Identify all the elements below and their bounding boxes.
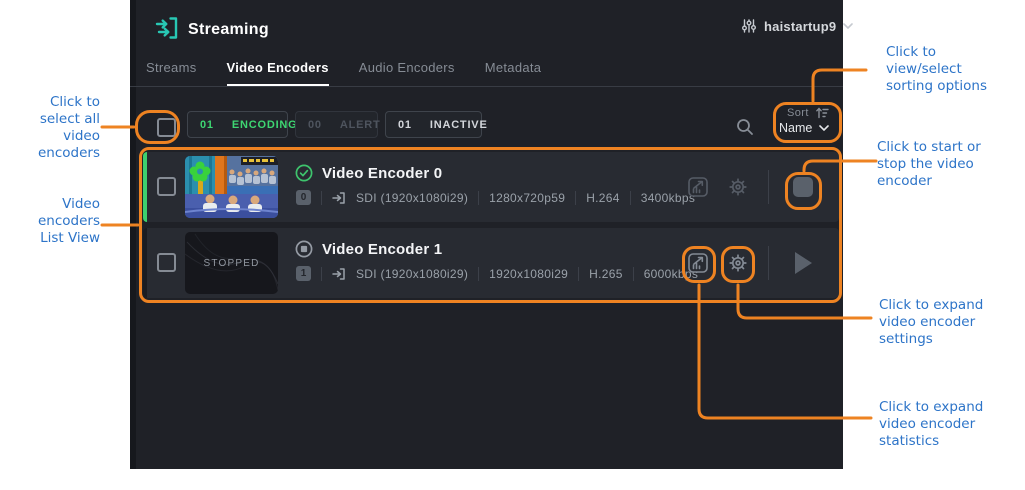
encoder-1-actions — [143, 228, 839, 298]
encoder-0-actions — [143, 152, 839, 222]
streaming-app-window: Streaming haistartup9 Streams Video Enco… — [130, 0, 843, 469]
tabs-divider — [130, 86, 843, 87]
statistics-icon[interactable] — [688, 177, 708, 197]
sort-label: Sort — [787, 107, 809, 119]
select-all-checkbox[interactable] — [157, 118, 176, 137]
sort-order-icon — [815, 107, 829, 119]
filter-inactive[interactable]: 01 INACTIVE — [385, 111, 482, 138]
tab-metadata[interactable]: Metadata — [485, 60, 542, 87]
tab-bar: Streams Video Encoders Audio Encoders Me… — [146, 60, 541, 87]
encoder-row-1[interactable]: STOPPED Video Encoder 1 1 SDI (1920x1080… — [143, 228, 839, 298]
annotation-list-view: Video encoders List View — [10, 196, 100, 247]
actions-divider — [768, 246, 769, 280]
annotation-settings: Click to expand video encoder settings — [879, 297, 983, 348]
settings-gear-icon[interactable] — [728, 177, 748, 197]
app-header: Streaming haistartup9 — [130, 0, 843, 56]
documentation-figure: Streaming haistartup9 Streams Video Enco… — [0, 0, 1025, 490]
filter-encoding[interactable]: 01 ENCODING — [187, 111, 288, 138]
chevron-down-icon — [819, 125, 829, 131]
page-title: Streaming — [188, 21, 269, 39]
tab-video-encoders[interactable]: Video Encoders — [227, 60, 329, 87]
filter-alert[interactable]: 00 ALERT — [295, 111, 378, 138]
annotation-sorting: Click to view/select sorting options — [886, 44, 987, 95]
actions-divider — [768, 170, 769, 204]
panel-left-edge — [130, 0, 136, 469]
annotation-select-all: Click to select all video encoders — [10, 94, 100, 162]
encoding-label: ENCODING — [232, 119, 298, 131]
annotation-statistics: Click to expand video encoder statistics — [879, 399, 983, 450]
inactive-label: INACTIVE — [430, 119, 488, 131]
encoding-count: 01 — [200, 119, 214, 131]
alert-count: 00 — [308, 119, 322, 131]
inactive-count: 01 — [398, 119, 412, 131]
tab-audio-encoders[interactable]: Audio Encoders — [359, 60, 455, 87]
settings-gear-icon[interactable] — [728, 253, 748, 273]
username-label: haistartup9 — [764, 19, 836, 34]
encoder-row-0[interactable]: Video Encoder 0 0 SDI (1920x1080i29) 128… — [143, 152, 839, 222]
user-menu[interactable]: haistartup9 — [741, 18, 853, 34]
sort-dropdown[interactable]: Sort Name — [779, 107, 841, 135]
start-encoder-button[interactable] — [795, 252, 812, 274]
search-icon[interactable] — [736, 118, 754, 136]
streaming-logo-icon — [154, 15, 180, 41]
statistics-icon[interactable] — [688, 253, 708, 273]
sort-value: Name — [779, 121, 812, 135]
sliders-icon — [741, 18, 757, 34]
chevron-down-icon — [843, 23, 853, 29]
stop-encoder-button[interactable] — [793, 177, 813, 197]
annotation-start-stop: Click to start or stop the video encoder — [877, 139, 981, 190]
alert-label: ALERT — [340, 119, 381, 131]
tab-streams[interactable]: Streams — [146, 60, 197, 87]
